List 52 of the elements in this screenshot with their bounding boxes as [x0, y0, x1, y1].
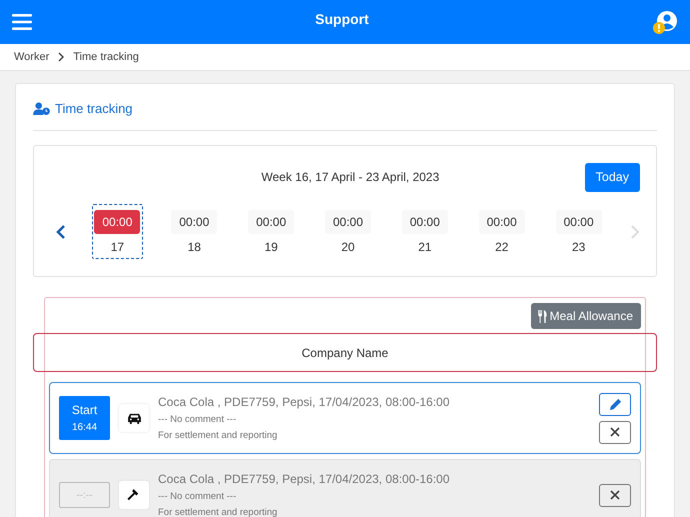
close-button[interactable] [599, 420, 631, 444]
day-item[interactable]: 00:00 23 [553, 204, 604, 259]
close-button[interactable] [599, 484, 631, 506]
day-item[interactable]: 00:00 20 [322, 204, 374, 259]
time-entry-card[interactable]: --:-- Coca Cola , PDE7759, Pepsi, 17/04/2023, 08:00-16:00 --- No comment --- For settlement and reporting [49, 459, 641, 517]
day-item[interactable]: 00:00 21 [399, 204, 450, 259]
day-item[interactable]: 00:00 18 [168, 204, 220, 259]
utensils-icon [536, 310, 547, 322]
close-icon [610, 427, 620, 437]
entry-note: For settlement and reporting [158, 430, 278, 441]
day-number: 18 [188, 240, 201, 254]
breadcrumb-link[interactable]: Time tracking [73, 51, 139, 63]
day-number: 22 [495, 240, 508, 254]
day-hours: 00:00 [478, 210, 525, 234]
day-item[interactable]: 00:00 17 [92, 204, 143, 259]
entry-comment: --- No comment --- [158, 491, 238, 502]
close-icon [610, 490, 620, 500]
day-hours: 00:00 [94, 210, 140, 234]
entry-title: Coca Cola , PDE7759, Pepsi, 17/04/2023, 08:00-16:00 [158, 395, 451, 409]
company-name: Company Name [302, 346, 388, 360]
section-title: Time tracking [55, 100, 133, 116]
day-item[interactable]: 00:00 22 [476, 204, 528, 259]
app-title: Support [315, 11, 369, 27]
breadcrumb-link[interactable]: Worker [14, 51, 50, 63]
week-title: Week 16, 17 April - 23 April, 2023 [260, 170, 440, 184]
chevron-right-icon [58, 52, 64, 62]
day-hours: 00:00 [325, 210, 371, 234]
start-button[interactable]: Start 16:44 [59, 396, 110, 440]
day-number: 19 [264, 240, 278, 254]
pencil-icon [608, 398, 622, 410]
day-item[interactable]: 00:00 19 [246, 204, 297, 259]
entry-note: For settlement and reporting [158, 507, 278, 517]
car-icon [119, 404, 149, 432]
previous-icon[interactable] [56, 224, 66, 240]
entry-comment: --- No comment --- [158, 414, 238, 425]
day-hours: 00:00 [556, 210, 602, 234]
menu-icon[interactable] [12, 14, 32, 30]
time-entry-card[interactable]: Start 16:44 Coca Cola , PDE7759, Pepsi, 17/04/2023, 08:00-16:00 --- No comment --- For settlement and reporting [49, 382, 641, 454]
day-number: 21 [418, 240, 432, 254]
day-hours: 00:00 [402, 210, 448, 234]
day-number: 17 [110, 240, 124, 254]
day-hours: 00:00 [171, 210, 218, 234]
hammer-icon [119, 481, 149, 509]
meal-allowance-button[interactable]: Meal Allowance [530, 303, 641, 329]
day-number: 23 [572, 240, 586, 254]
edit-button[interactable] [599, 392, 631, 416]
day-hours: 00:00 [248, 210, 294, 234]
user-alert-icon[interactable] [652, 10, 678, 36]
entry-title: Coca Cola , PDE7759, Pepsi, 17/04/2023, 08:00-16:00 [158, 472, 451, 486]
today-button[interactable]: Today [584, 162, 640, 192]
user-clock-icon [33, 102, 50, 114]
day-number: 20 [341, 240, 355, 254]
